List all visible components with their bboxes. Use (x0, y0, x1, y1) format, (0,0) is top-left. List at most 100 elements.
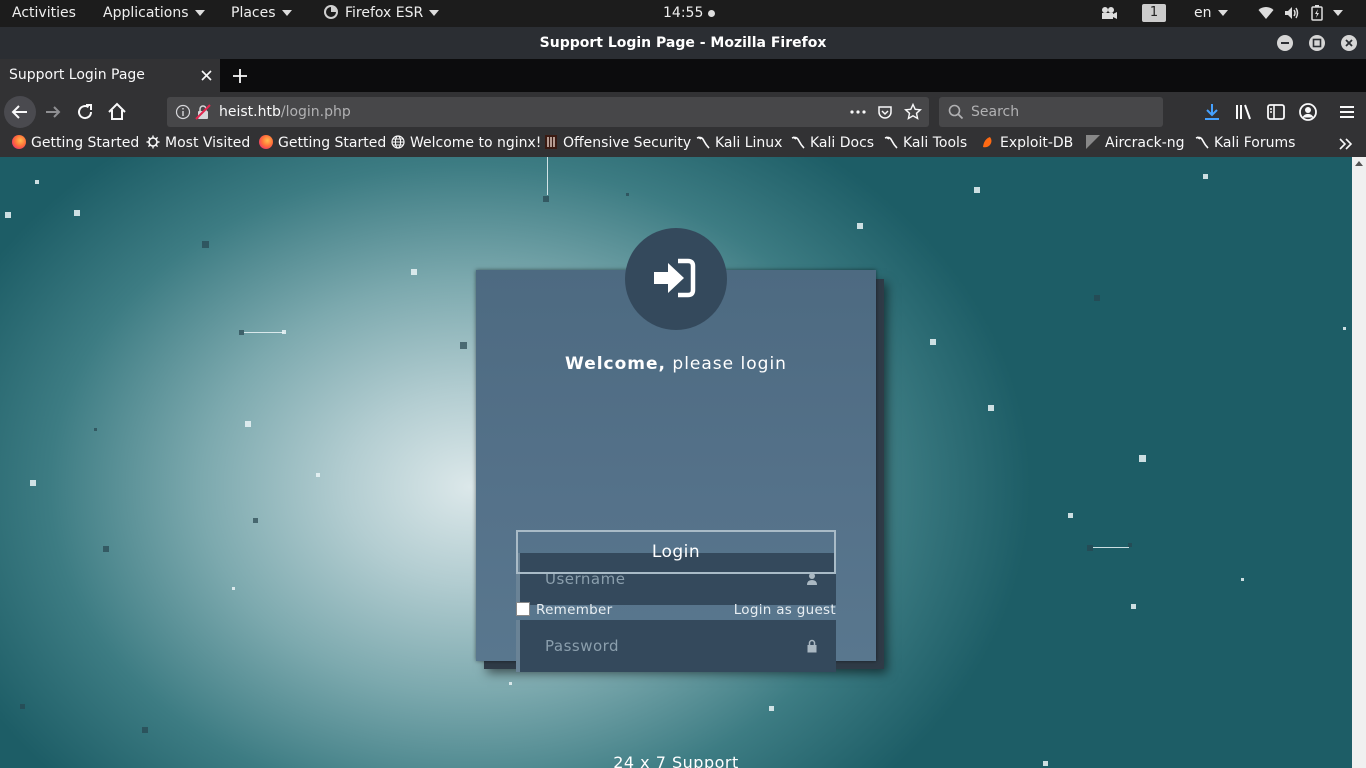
login-badge (625, 228, 727, 330)
info-icon[interactable] (175, 104, 191, 120)
login-as-guest-link[interactable]: Login as guest (734, 602, 836, 618)
bookmark-kali-forums[interactable]: Kali Forums (1195, 132, 1295, 157)
offsec-icon (545, 135, 557, 149)
tab-strip: Support Login Page (0, 59, 1366, 92)
password-field-wrapper (516, 620, 836, 672)
particle (202, 241, 209, 248)
bookmark-most-visited[interactable]: Most Visited (146, 132, 250, 157)
bookmark-getting-started-2[interactable]: Getting Started (259, 132, 386, 157)
search-bar[interactable]: Search (939, 97, 1163, 127)
remember-option[interactable]: Remember (516, 602, 613, 618)
chevron-down-icon (194, 10, 205, 16)
system-menu[interactable] (1258, 0, 1344, 27)
bookmark-star-icon[interactable] (904, 103, 922, 121)
aircrack-icon (1086, 135, 1100, 149)
home-icon[interactable] (105, 100, 129, 124)
close-window-button[interactable] (1341, 35, 1357, 51)
particle (543, 196, 549, 202)
insecure-lock-icon[interactable] (195, 104, 211, 120)
bookmark-label: Kali Forums (1214, 135, 1296, 151)
reload-icon[interactable] (73, 100, 97, 124)
bookmark-kali-linux[interactable]: Kali Linux (696, 132, 782, 157)
places-label: Places (231, 5, 276, 21)
wifi-icon (1258, 7, 1274, 20)
particle (74, 210, 80, 216)
particle (30, 480, 36, 486)
close-icon (1345, 39, 1353, 47)
clock-time: 14:55 (663, 5, 704, 21)
clock[interactable]: 14:55 (663, 0, 716, 27)
welcome-heading: Welcome, please login (476, 354, 876, 374)
download-icon[interactable] (1200, 100, 1224, 124)
bookmark-label: Exploit-DB (1000, 135, 1074, 151)
language-menu[interactable]: en (1194, 0, 1228, 27)
remember-checkbox[interactable] (516, 602, 530, 616)
bookmark-nginx[interactable]: Welcome to nginx! (391, 132, 541, 157)
applications-menu[interactable]: Applications (103, 0, 205, 27)
video-indicator[interactable] (1100, 0, 1118, 27)
particle (1131, 604, 1136, 609)
new-tab-icon[interactable] (231, 67, 249, 85)
particle (103, 546, 109, 552)
firefox-app-label: Firefox ESR (345, 5, 424, 21)
window-titlebar: Support Login Page - Mozilla Firefox (0, 27, 1366, 59)
particle (1139, 455, 1146, 462)
page-scrollbar[interactable] (1352, 157, 1366, 768)
notification-dot-icon (708, 9, 716, 17)
minimize-button[interactable] (1277, 35, 1293, 51)
login-button[interactable]: Login (516, 530, 836, 574)
arrow-left-icon (11, 105, 27, 119)
battery-icon (1311, 5, 1323, 21)
firefox-app-menu[interactable]: Firefox ESR (323, 0, 440, 27)
chevron-down-icon (1217, 10, 1228, 16)
welcome-bold: Welcome, (565, 354, 667, 374)
library-icon[interactable] (1232, 100, 1256, 124)
support-text: 24 x 7 Support (613, 753, 739, 768)
password-input[interactable] (520, 620, 825, 672)
chevron-down-icon (429, 10, 440, 16)
kali-dragon-icon (1195, 136, 1209, 149)
forward-arrow-icon[interactable] (41, 100, 65, 124)
url-bar[interactable]: heist.htb/login.php (167, 97, 929, 127)
chevron-down-icon (1333, 10, 1344, 16)
particle (20, 704, 25, 709)
sidebar-icon[interactable] (1264, 100, 1288, 124)
bookmark-kali-tools[interactable]: Kali Tools (884, 132, 967, 157)
bookmark-getting-started[interactable]: Getting Started (12, 132, 139, 157)
bookmarks-overflow-icon[interactable] (1338, 137, 1354, 151)
bookmark-exploit-db[interactable]: Exploit-DB (981, 132, 1073, 157)
particle (1087, 545, 1093, 551)
maximize-button[interactable] (1309, 35, 1325, 51)
url-path: /login.php (280, 104, 351, 120)
tab-support-login[interactable]: Support Login Page (0, 59, 220, 92)
account-icon[interactable] (1296, 100, 1320, 124)
workspace-number: 1 (1142, 4, 1166, 22)
hamburger-menu-icon[interactable] (1335, 100, 1359, 124)
scroll-up-arrow-icon[interactable] (1355, 161, 1363, 166)
url-host: heist.htb (219, 104, 281, 120)
particle (974, 187, 980, 193)
bookmark-kali-docs[interactable]: Kali Docs (791, 132, 874, 157)
close-tab-icon[interactable] (200, 69, 213, 82)
kali-dragon-icon (791, 136, 805, 149)
bookmark-label: Kali Linux (715, 135, 783, 151)
particle-line (547, 157, 548, 195)
gnome-top-bar: Activities Applications Places Firefox E… (0, 0, 1366, 27)
firefox-icon (324, 5, 338, 19)
tab-label: Support Login Page (9, 67, 145, 83)
lock-icon (807, 639, 817, 653)
bookmark-label: Welcome to nginx! (410, 135, 542, 151)
pocket-icon[interactable] (877, 104, 893, 120)
page-actions-icon[interactable] (849, 104, 867, 120)
bookmark-aircrack-ng[interactable]: Aircrack-ng (1086, 132, 1185, 157)
particle (245, 421, 251, 427)
workspace-indicator[interactable]: 1 (1142, 0, 1166, 27)
particle (35, 180, 39, 184)
activities-button[interactable]: Activities (12, 0, 76, 27)
back-button[interactable] (4, 96, 36, 128)
places-menu[interactable]: Places (231, 0, 292, 27)
bookmark-offensive-security[interactable]: Offensive Security (544, 132, 691, 157)
particle (1343, 327, 1346, 330)
particle (460, 342, 467, 349)
url-text: heist.htb/login.php (219, 97, 351, 127)
